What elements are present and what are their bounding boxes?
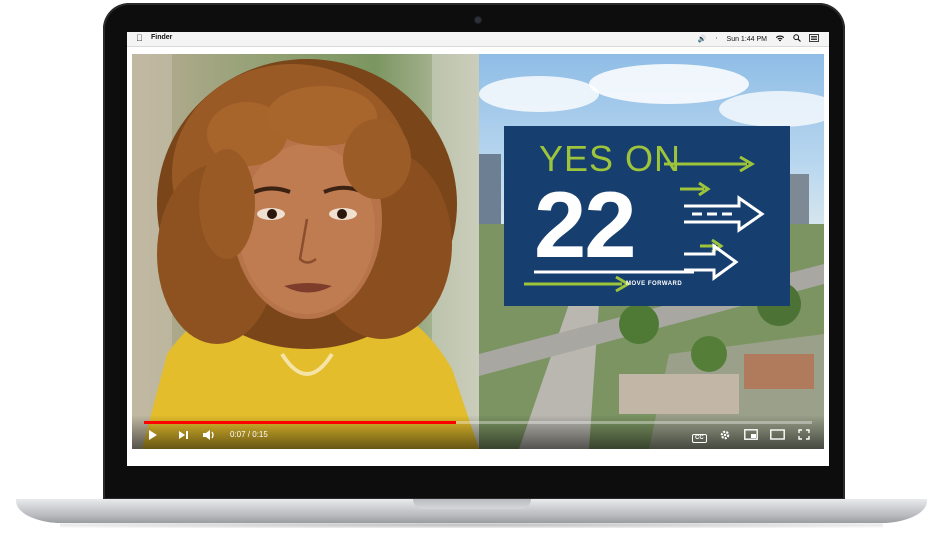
progress-bar[interactable]: [144, 421, 812, 424]
wifi-icon[interactable]: [775, 34, 785, 44]
bluetooth-icon[interactable]: ᛫: [714, 36, 718, 43]
list-icon[interactable]: [809, 34, 819, 44]
apple-icon[interactable]: : [136, 33, 143, 44]
time-display: 0:07 / 0:15: [230, 430, 268, 439]
miniplayer-icon[interactable]: [744, 429, 758, 443]
camera-icon: [475, 17, 481, 23]
menu-bar:  Finder 🔊 ᛫ Sun 1:44 PM: [127, 32, 829, 47]
volume-icon[interactable]: 🔊: [698, 35, 707, 43]
clock[interactable]: Sun 1:44 PM: [727, 36, 767, 43]
play-icon[interactable]: [148, 429, 158, 443]
campaign-sign: YES ON 22 MOVE FORWARD: [504, 126, 790, 306]
search-icon[interactable]: [793, 34, 801, 44]
next-icon[interactable]: [178, 429, 189, 443]
settings-icon[interactable]: [719, 429, 731, 443]
laptop-notch: [413, 499, 531, 509]
captions-icon[interactable]: CC: [692, 429, 707, 443]
sign-tagline: MOVE FORWARD: [626, 281, 683, 287]
progress-fill: [144, 421, 456, 424]
volume-icon[interactable]: [202, 429, 216, 443]
video-player[interactable]: YES ON 22 MOVE FORWARD 0:07 / 0:15 CC: [132, 54, 824, 449]
portrait-video-frame: [132, 54, 479, 449]
player-controls: 0:07 / 0:15 CC: [132, 415, 824, 449]
app-name[interactable]: Finder: [151, 34, 172, 41]
captions-label: CC: [692, 434, 707, 443]
fullscreen-icon[interactable]: [798, 429, 810, 443]
sign-arrows: [524, 155, 765, 293]
theater-icon[interactable]: [770, 429, 785, 443]
menu-bar-status: 🔊 ᛫ Sun 1:44 PM: [698, 34, 819, 44]
laptop-screen:  Finder 🔊 ᛫ Sun 1:44 PM: [127, 32, 829, 466]
